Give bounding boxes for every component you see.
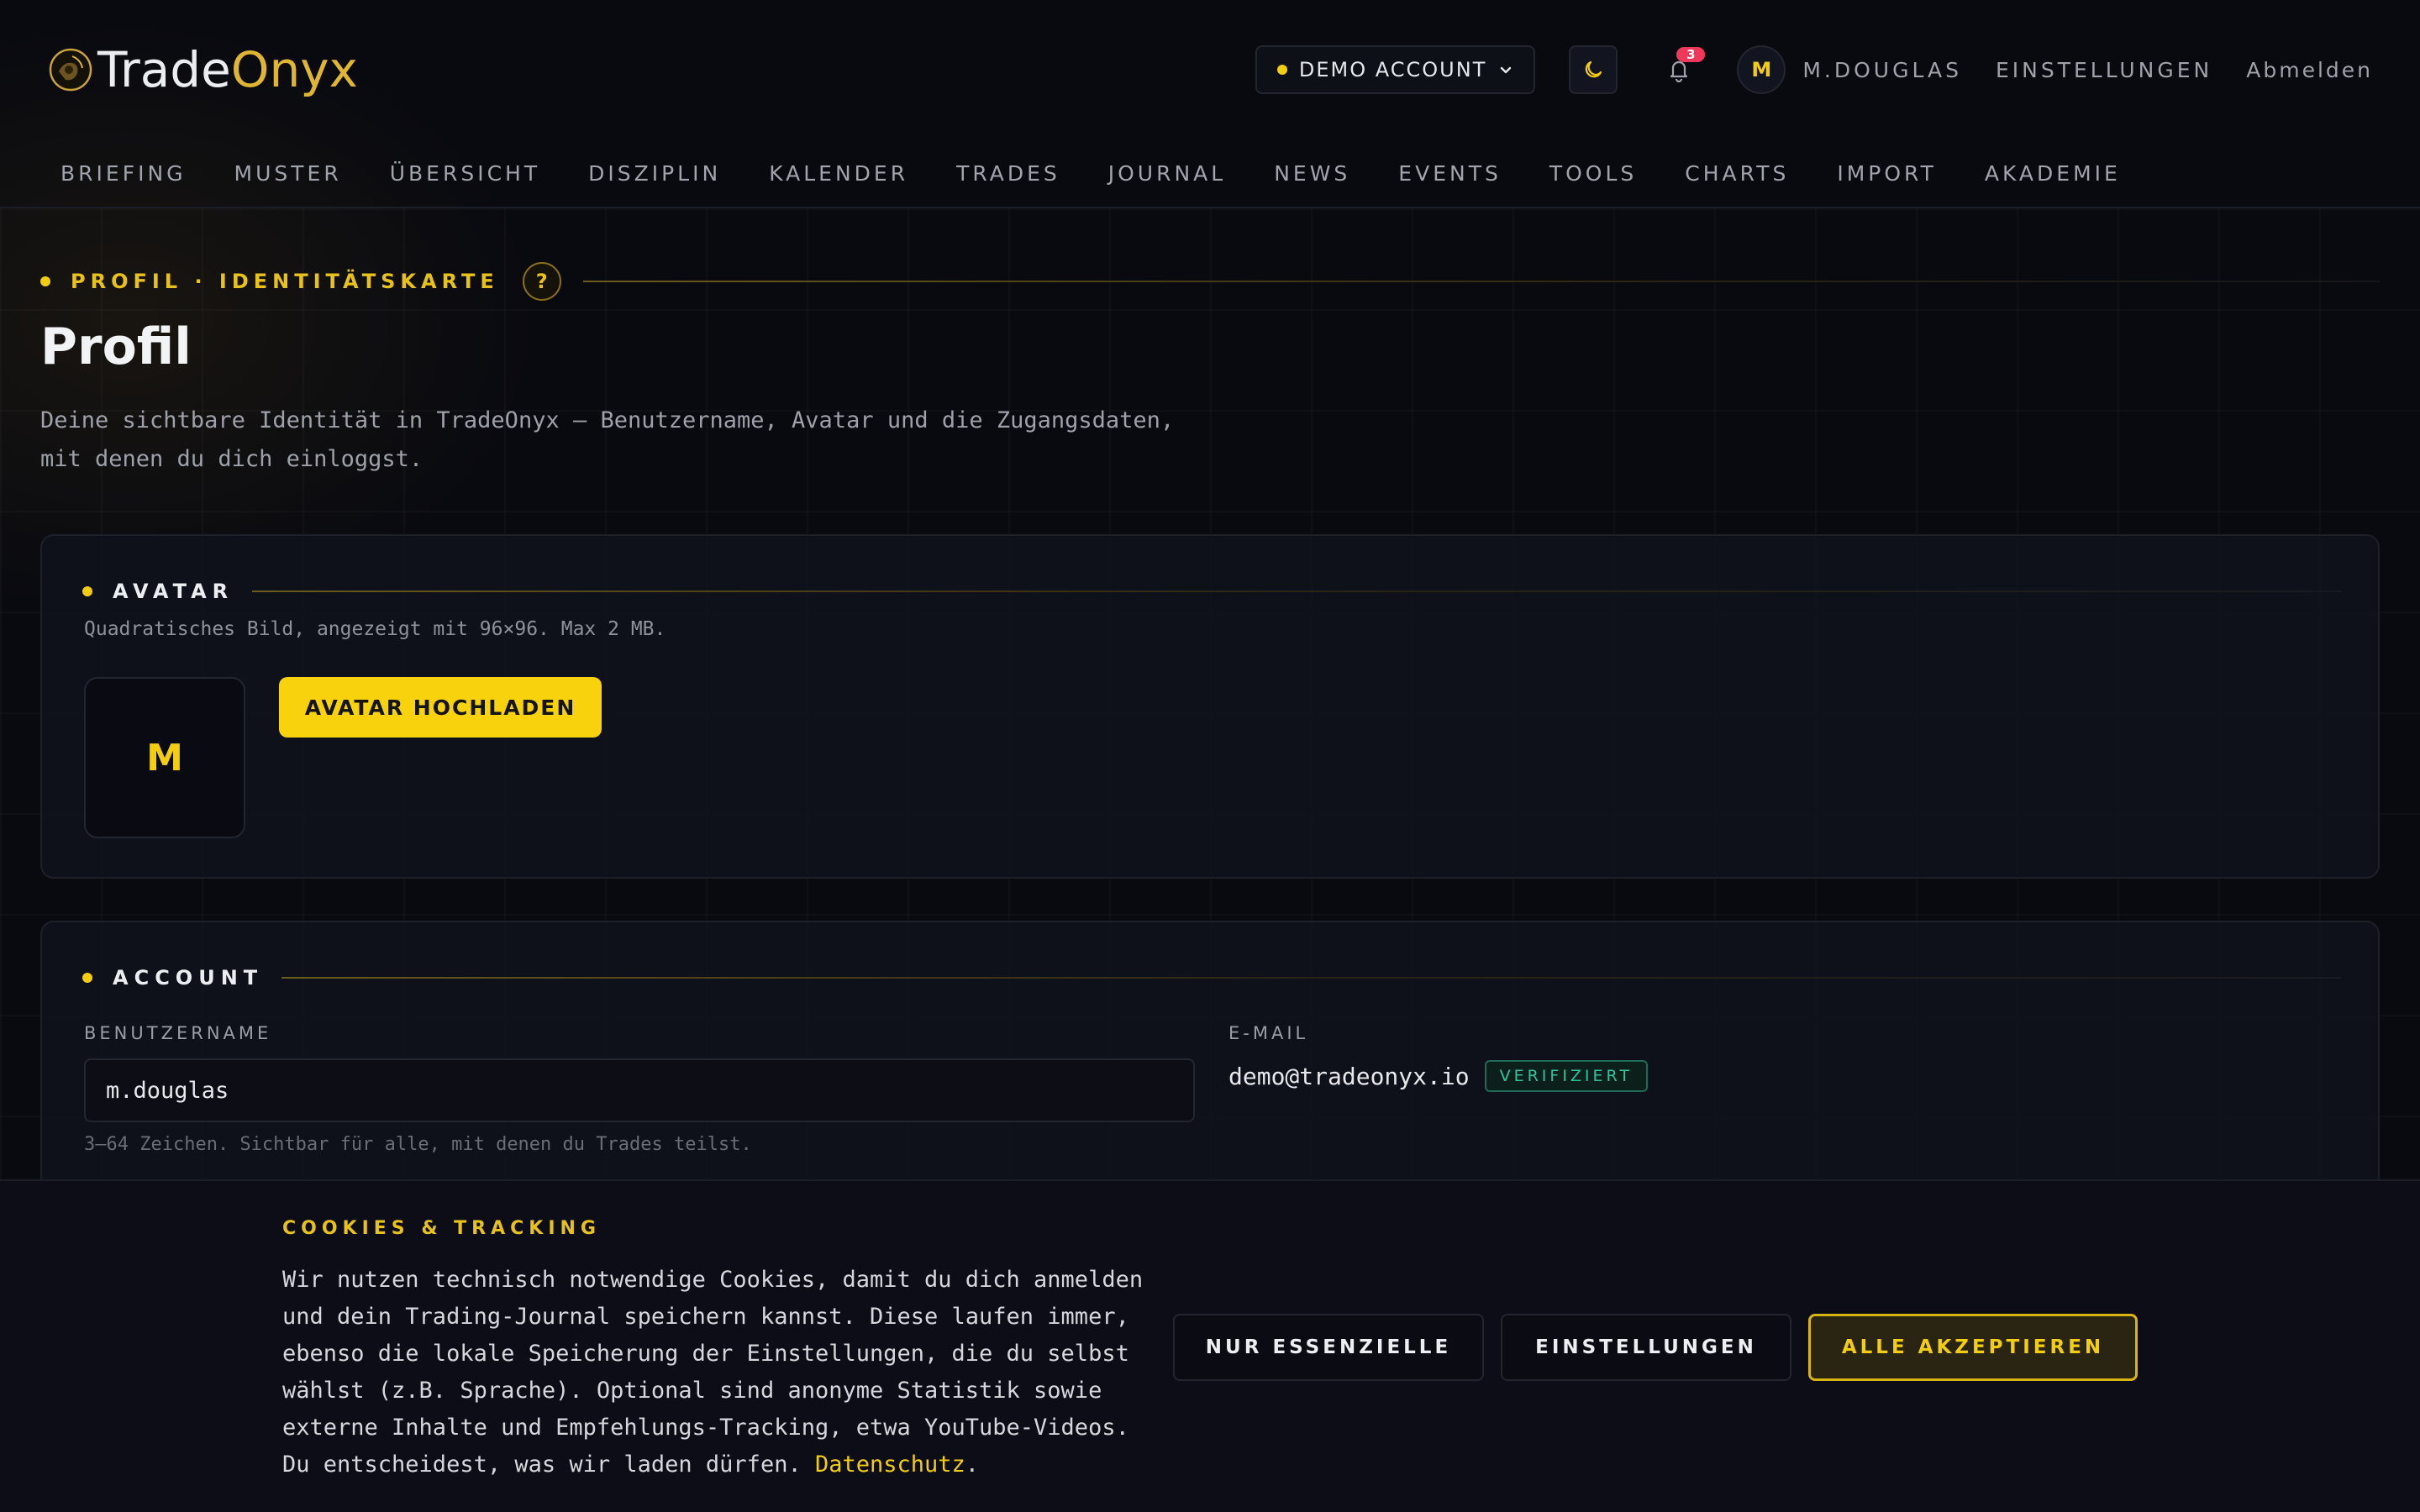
user-avatar[interactable]: M — [1737, 45, 1786, 94]
logout-link[interactable]: Abmelden — [2246, 58, 2373, 82]
cookie-banner-body: Wir nutzen technisch notwendige Cookies,… — [282, 1267, 1144, 1478]
avatar-card-subtitle: Quadratisches Bild, angezeigt mit 96×96.… — [84, 618, 666, 640]
nav-item-import[interactable]: IMPORT — [1837, 161, 1937, 186]
email-label: E-MAIL — [1228, 1023, 1309, 1043]
card-divider — [281, 977, 2341, 979]
chevron-down-icon — [1501, 66, 1512, 74]
notification-badge: 3 — [1676, 47, 1706, 62]
header-actions: DEMO ACCOUNT 3 M M.DOUGLAS EINSTELLUNGEN… — [1255, 45, 2373, 94]
notifications-button[interactable]: 3 — [1658, 47, 1706, 91]
page-eyebrow: PROFIL · IDENTITÄTSKARTE ? — [40, 262, 2380, 301]
username-input[interactable]: m.douglas — [84, 1058, 1195, 1122]
moon-icon — [1586, 60, 1602, 78]
account-switcher[interactable]: DEMO ACCOUNT — [1255, 45, 1536, 94]
brand-name-part1: Trade — [97, 41, 231, 98]
nav-item-muster[interactable]: MUSTER — [234, 161, 342, 186]
eyebrow-dot — [40, 276, 50, 286]
card-dot — [82, 973, 92, 983]
nav-item-uebersicht[interactable]: ÜBERSICHT — [390, 161, 540, 186]
cookie-settings-button[interactable]: EINSTELLUNGEN — [1501, 1314, 1791, 1381]
nav-item-tools[interactable]: TOOLS — [1549, 161, 1637, 186]
nav-item-briefing[interactable]: BRIEFING — [60, 161, 187, 186]
eyebrow-text: PROFIL · IDENTITÄTSKARTE — [71, 270, 499, 293]
essential-only-button[interactable]: NUR ESSENZIELLE — [1173, 1314, 1484, 1381]
cookie-banner-text: Wir nutzen technisch notwendige Cookies,… — [282, 1262, 1148, 1483]
brand-name: TradeOnyx — [97, 41, 358, 98]
nav-item-news[interactable]: NEWS — [1274, 161, 1350, 186]
email-row: demo@tradeonyx.io VERIFIZIERT — [1228, 1058, 1648, 1094]
nav-item-trades[interactable]: TRADES — [956, 161, 1060, 186]
email-value: demo@tradeonyx.io — [1228, 1062, 1470, 1090]
page-title: Profil — [40, 318, 192, 376]
nav-item-kalender[interactable]: KALENDER — [769, 161, 908, 186]
page: TradeOnyx DEMO ACCOUNT 3 M M.DOUGLAS EIN… — [0, 0, 2420, 1512]
nav-item-disziplin[interactable]: DISZIPLIN — [588, 161, 721, 186]
eyebrow-divider — [582, 281, 2380, 282]
brand[interactable]: TradeOnyx — [47, 41, 358, 98]
globe-logo-icon — [49, 48, 92, 92]
help-button[interactable]: ? — [522, 262, 561, 301]
upload-avatar-button[interactable]: AVATAR HOCHLADEN — [279, 677, 602, 738]
account-card-heading: ACCOUNT — [113, 966, 264, 990]
settings-link[interactable]: EINSTELLUNGEN — [1996, 58, 2212, 82]
nav-item-akademie[interactable]: AKADEMIE — [1985, 161, 2121, 186]
avatar-card-heading: AVATAR — [113, 580, 234, 603]
cookie-banner: COOKIES & TRACKING Wir nutzen technisch … — [0, 1179, 2420, 1512]
card-divider — [252, 591, 2341, 592]
username-label: BENUTZERNAME — [84, 1023, 272, 1043]
brand-name-part2: Onyx — [230, 41, 358, 98]
account-switcher-label: DEMO ACCOUNT — [1298, 58, 1487, 81]
avatar-card: AVATAR Quadratisches Bild, angezeigt mit… — [40, 534, 2380, 879]
user-name-link[interactable]: M.DOUGLAS — [1802, 58, 1962, 82]
accept-all-button[interactable]: ALLE AKZEPTIEREN — [1808, 1314, 2138, 1381]
avatar-card-header: AVATAR — [82, 580, 2341, 603]
card-dot — [82, 586, 92, 596]
nav-item-charts[interactable]: CHARTS — [1685, 161, 1789, 186]
page-description: Deine sichtbare Identität in TradeOnyx —… — [40, 407, 1175, 472]
main-nav: BRIEFING MUSTER ÜBERSICHT DISZIPLIN KALE… — [0, 139, 2420, 208]
verified-badge: VERIFIZIERT — [1484, 1060, 1648, 1092]
username-hint: 3–64 Zeichen. Sichtbar für alle, mit den… — [84, 1134, 752, 1155]
status-dot — [1276, 65, 1287, 75]
account-card-header: ACCOUNT — [82, 966, 2341, 990]
cookie-banner-suffix: . — [965, 1452, 980, 1478]
theme-toggle-button[interactable] — [1569, 45, 1618, 94]
nav-item-journal[interactable]: JOURNAL — [1108, 161, 1226, 186]
nav-item-events[interactable]: EVENTS — [1398, 161, 1502, 186]
avatar-preview: M — [84, 677, 245, 838]
top-bar: TradeOnyx DEMO ACCOUNT 3 M M.DOUGLAS EIN… — [0, 0, 2420, 139]
cookie-banner-title: COOKIES & TRACKING — [282, 1218, 601, 1239]
privacy-link[interactable]: Datenschutz — [815, 1452, 965, 1478]
